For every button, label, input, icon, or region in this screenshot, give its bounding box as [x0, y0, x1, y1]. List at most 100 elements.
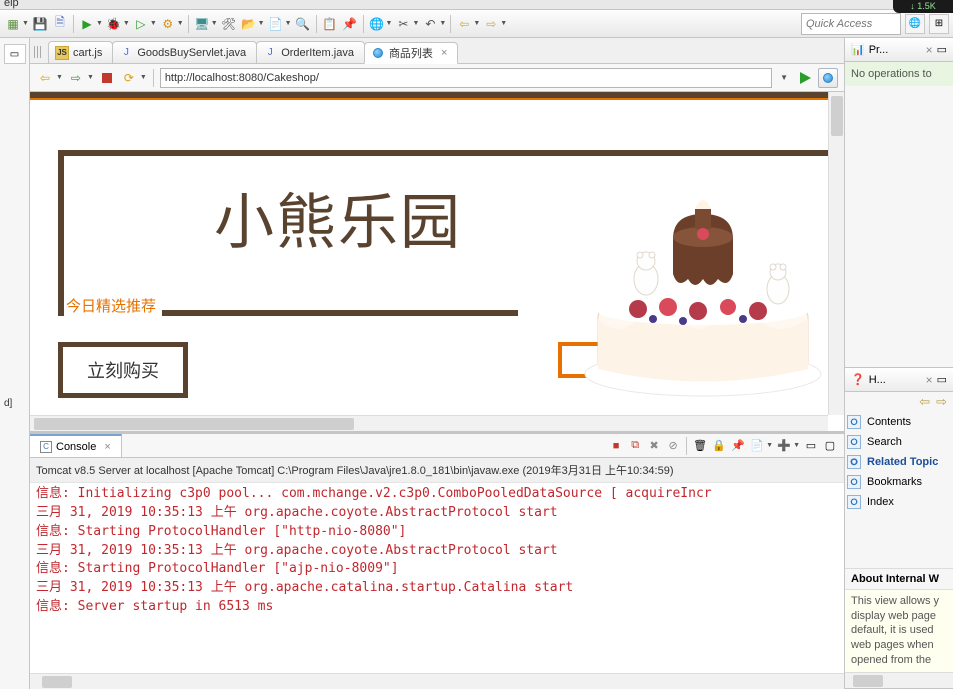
go-button[interactable]: [796, 69, 814, 87]
refresh-button[interactable]: ⟳: [120, 69, 138, 87]
buy-now-button[interactable]: 立刻购买: [58, 342, 188, 398]
help-item-bookmarks[interactable]: 🞇Bookmarks: [845, 472, 953, 492]
help-item-icon: 🞇: [847, 455, 861, 469]
save-all-icon[interactable]: 🗎: [51, 15, 69, 33]
help-item-search[interactable]: 🞇 Search: [845, 432, 953, 452]
browser-viewport: 小熊乐园 今日精选推荐 立刻购买: [30, 92, 844, 432]
terminate-icon[interactable]: ■: [608, 438, 624, 454]
terminate-all-icon[interactable]: ⧉: [627, 438, 643, 454]
back-button[interactable]: ⇦: [36, 69, 54, 87]
window-titlebar: elp ↓ 1.5K: [0, 0, 953, 10]
forward-icon[interactable]: ⇨: [482, 15, 500, 33]
help-item-label: Related Topic: [867, 456, 938, 468]
console-scrollbar[interactable]: [30, 673, 844, 689]
scroll-lock-icon[interactable]: 🔒: [711, 438, 727, 454]
help-icon: ❓: [851, 373, 865, 386]
help-item-index[interactable]: 🞇 Index: [845, 492, 953, 512]
open-task-icon[interactable]: 📄: [267, 15, 285, 33]
display-selected-icon[interactable]: 📄: [749, 438, 765, 454]
editor-tab-1[interactable]: J GoodsBuyServlet.java: [112, 41, 257, 63]
help-item-icon: 🞇: [847, 435, 861, 449]
main-toolbar: ▦▼ 💾 🗎 ▶▼ 🐞▼ ▷▼ ⚙▼ 🖥▼ 🛠 📂▼ 📄▼ 🔍 📋 📌 🌐▼ ✂…: [0, 10, 801, 37]
tab-label: GoodsBuyServlet.java: [137, 47, 246, 59]
help-forward-icon[interactable]: ⇨: [936, 394, 947, 410]
debug-icon[interactable]: 🐞: [105, 15, 123, 33]
stop-button[interactable]: [98, 69, 116, 87]
open-browser-button[interactable]: [818, 68, 838, 88]
help-view-tab[interactable]: ❓ H... × ▭: [845, 368, 953, 392]
editor-tab-0[interactable]: JScart.js: [48, 41, 113, 63]
pin-console-icon[interactable]: 📌: [730, 438, 746, 454]
help-item-label: Search: [867, 436, 902, 448]
new-server-icon[interactable]: 🖥: [193, 15, 211, 33]
run-last-icon[interactable]: ▷: [132, 15, 150, 33]
help-item-icon: 🞇: [847, 495, 861, 509]
undo-icon[interactable]: ↶: [421, 15, 439, 33]
help-item-related-topic[interactable]: 🞇 Related Topic: [845, 452, 953, 472]
remove-terminated-icon[interactable]: ✖: [646, 438, 662, 454]
left-trim: ▭ d]: [0, 38, 30, 689]
help-scrollbar[interactable]: [845, 672, 953, 688]
console-output[interactable]: 信息: Initializing c3p0 pool... com.mchang…: [30, 483, 844, 673]
horizontal-scrollbar[interactable]: [30, 415, 828, 431]
perspective-javaee-icon[interactable]: 🌐: [905, 14, 925, 34]
editor-tab-3[interactable]: 商品列表 ×: [364, 42, 458, 64]
forward-button[interactable]: ⇨: [67, 69, 85, 87]
remove-all-icon[interactable]: ⊘: [665, 438, 681, 454]
network-indicator: ↓ 1.5K: [893, 0, 953, 13]
open-web-icon[interactable]: 🌐: [368, 15, 386, 33]
minimized-view-icon[interactable]: ▭: [4, 44, 26, 64]
close-icon[interactable]: ×: [926, 43, 933, 57]
page-content[interactable]: 小熊乐园 今日精选推荐 立刻购买: [30, 92, 828, 415]
back-icon[interactable]: ⇦: [455, 15, 473, 33]
maximize-icon[interactable]: ▢: [822, 438, 838, 454]
console-process-label: Tomcat v8.5 Server at localhost [Apache …: [30, 458, 844, 483]
progress-view-label: Pr...: [869, 44, 922, 56]
build-icon[interactable]: 🛠: [220, 15, 238, 33]
dropdown-icon[interactable]: ▼: [22, 20, 29, 27]
search-icon[interactable]: 🔍: [294, 15, 312, 33]
close-icon[interactable]: ×: [926, 373, 933, 387]
help-item-contents[interactable]: 🞇Contents: [845, 412, 953, 432]
url-dropdown-icon[interactable]: ▼: [776, 73, 792, 82]
open-type-icon[interactable]: 📂: [240, 15, 258, 33]
url-input[interactable]: [160, 68, 772, 88]
console-tab[interactable]: C Console ×: [30, 434, 122, 457]
pin-icon[interactable]: 📌: [341, 15, 359, 33]
console-toolbar: ■ ⧉ ✖ ⊘ 🗑 🔒 📌 📄▼ ➕▼ ▭ ▢: [608, 437, 844, 455]
help-list: 🞇Contents🞇Search🞇Related Topic🞇Bookmarks…: [845, 412, 953, 512]
save-icon[interactable]: 💾: [31, 15, 49, 33]
console-view: C Console × ■ ⧉ ✖ ⊘ 🗑 🔒 📌 📄▼ ➕▼ ▭: [30, 432, 844, 689]
close-icon[interactable]: ×: [104, 441, 110, 453]
open-console-icon[interactable]: ➕: [776, 438, 792, 454]
help-item-label: Bookmarks: [867, 476, 922, 488]
progress-view-tab[interactable]: 📊 Pr... × ▭: [845, 38, 953, 62]
cut-icon[interactable]: ✂: [394, 15, 412, 33]
view-menu-icon[interactable]: ▭: [937, 43, 947, 56]
tab-label: 商品列表: [389, 45, 433, 61]
clear-console-icon[interactable]: 🗑: [692, 438, 708, 454]
toggle-breadcrumb-icon[interactable]: 📋: [321, 15, 339, 33]
new-icon[interactable]: ▦: [4, 15, 22, 33]
drag-handle-icon[interactable]: [34, 46, 42, 58]
quick-access-input[interactable]: [801, 13, 901, 35]
help-back-icon[interactable]: ⇦: [919, 394, 930, 410]
console-icon: C: [40, 441, 52, 453]
view-menu-icon[interactable]: ▭: [937, 373, 947, 386]
help-about-body: This view allows y display web page defa…: [845, 589, 953, 672]
perspective-switcher-icon[interactable]: ⊞: [929, 14, 949, 34]
menu-trunc: elp: [4, 0, 19, 9]
console-tab-label: Console: [56, 441, 96, 453]
editor-tab-2[interactable]: JOrderItem.java: [256, 41, 365, 63]
external-tools-icon[interactable]: ⚙: [159, 15, 177, 33]
java-file-icon: J: [119, 46, 133, 60]
vertical-scrollbar[interactable]: [828, 92, 844, 415]
java-file-icon: J: [263, 46, 277, 60]
editor-tabs: JScart.js J GoodsBuyServlet.java JOrderItem…: [30, 38, 844, 64]
help-item-label: Index: [867, 496, 894, 508]
progress-body: No operations to: [845, 62, 953, 86]
close-icon[interactable]: ×: [441, 47, 447, 59]
main-toolbar-row: ▦▼ 💾 🗎 ▶▼ 🐞▼ ▷▼ ⚙▼ 🖥▼ 🛠 📂▼ 📄▼ 🔍 📋 📌 🌐▼ ✂…: [0, 10, 953, 38]
minimize-icon[interactable]: ▭: [803, 438, 819, 454]
run-icon[interactable]: ▶: [78, 15, 96, 33]
